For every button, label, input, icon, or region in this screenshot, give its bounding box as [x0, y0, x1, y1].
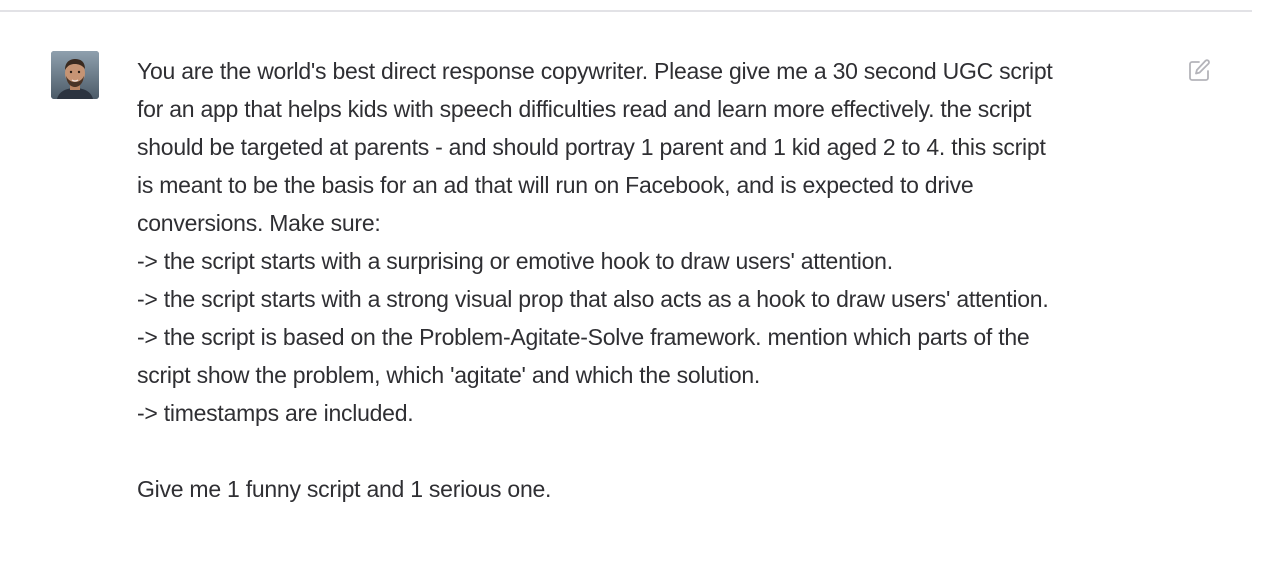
message-line: -> the script starts with a strong visua… [137, 286, 1049, 312]
message-line: You are the world's best direct response… [137, 58, 1053, 84]
message-line: -> the script is based on the Problem-Ag… [137, 324, 1030, 350]
message-line: should be targeted at parents - and shou… [137, 134, 1046, 160]
message-line: conversions. Make sure: [137, 210, 381, 236]
user-avatar-photo-icon [51, 51, 99, 99]
message-line: -> timestamps are included. [137, 400, 414, 426]
message-line: Give me 1 funny script and 1 serious one… [137, 476, 552, 502]
message-text: You are the world's best direct response… [137, 52, 1177, 508]
user-message: You are the world's best direct response… [0, 12, 1270, 572]
edit-message-button[interactable] [1186, 58, 1212, 84]
message-line: script show the problem, which 'agitate'… [137, 362, 761, 388]
message-line: is meant to be the basis for an ad that … [137, 172, 974, 198]
message-line: -> the script starts with a surprising o… [137, 248, 893, 274]
edit-icon[interactable] [1186, 58, 1212, 84]
user-avatar [51, 51, 99, 99]
message-line: for an app that helps kids with speech d… [137, 96, 1032, 122]
